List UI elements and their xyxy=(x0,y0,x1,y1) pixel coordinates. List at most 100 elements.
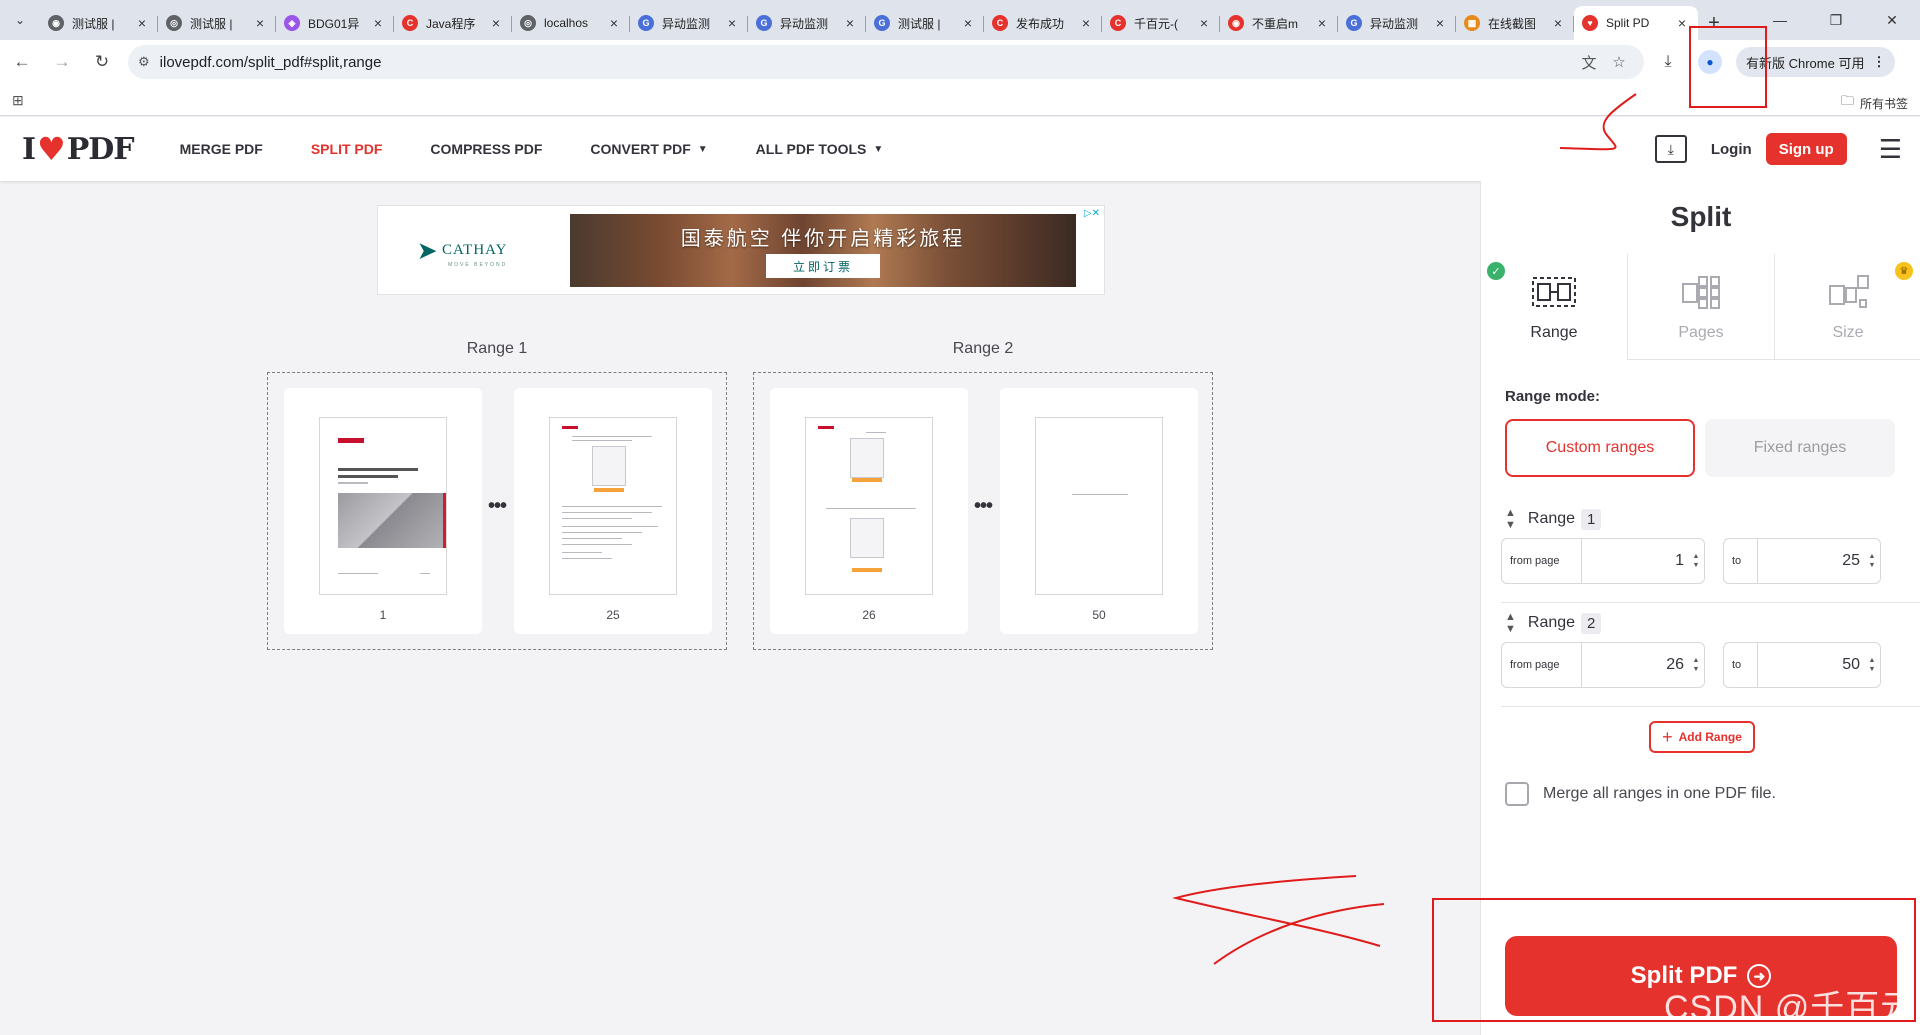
tab-title: BDG01异 xyxy=(308,16,360,31)
stepper-arrows-icon[interactable]: ▲ ▼ xyxy=(1688,643,1704,687)
to-page-stepper[interactable]: to 50 ▲ ▼ xyxy=(1723,642,1881,688)
mode-tab-pages[interactable]: Pages xyxy=(1627,254,1774,360)
translate-icon[interactable]: 文 xyxy=(1574,52,1604,73)
mode-tab-size[interactable]: ♛ Size xyxy=(1774,254,1920,360)
page-card: 25 xyxy=(514,388,712,634)
reorder-icon[interactable]: ▲ ▼ xyxy=(1505,507,1516,531)
from-page-stepper[interactable]: from page 1 ▲ ▼ xyxy=(1501,538,1705,584)
fixed-ranges-button[interactable]: Fixed ranges xyxy=(1705,419,1895,477)
reorder-icon[interactable]: ▲ ▼ xyxy=(1505,611,1516,635)
tab-close-icon[interactable]: × xyxy=(960,15,976,31)
forward-icon[interactable]: → xyxy=(44,44,80,80)
to-page-label: to xyxy=(1724,643,1758,687)
tab-close-icon[interactable]: × xyxy=(370,15,386,31)
browser-tab[interactable]: ◈ BDG01异 × xyxy=(276,6,394,40)
desktop-app-icon[interactable]: ⤓ xyxy=(1654,135,1687,163)
caret-down-icon: ▼ xyxy=(873,143,884,155)
merge-label: Merge all ranges in one PDF file. xyxy=(1543,785,1776,802)
custom-ranges-button[interactable]: Custom ranges xyxy=(1505,419,1695,477)
login-link[interactable]: Login xyxy=(1711,141,1752,158)
add-range-button[interactable]: + Add Range xyxy=(1649,721,1755,753)
tab-search-icon[interactable]: ⌄ xyxy=(0,0,40,40)
download-icon[interactable]: ⤓ xyxy=(1650,44,1686,80)
stepper-arrows-icon[interactable]: ▲ ▼ xyxy=(1688,539,1704,583)
mode-tab-range[interactable]: ✓ Range xyxy=(1481,254,1627,360)
apps-grid-icon[interactable]: ⊞ xyxy=(12,92,24,109)
ad-cta-button[interactable]: 立即订票 xyxy=(766,254,880,278)
all-bookmarks-button[interactable]: 🗀 所有书签 xyxy=(1841,92,1908,114)
tab-title: 异动监测 xyxy=(662,16,711,31)
tab-favicon-icon: ▦ xyxy=(1464,15,1480,31)
stepper-arrows-icon[interactable]: ▲ ▼ xyxy=(1864,539,1880,583)
close-window-icon[interactable]: ✕ xyxy=(1864,0,1920,40)
reload-icon[interactable]: ↻ xyxy=(84,44,120,80)
hamburger-menu-icon[interactable]: ☰ xyxy=(1879,136,1902,162)
browser-tab[interactable]: ♥ Split PD × xyxy=(1574,6,1698,40)
tab-close-icon[interactable]: × xyxy=(606,15,622,31)
ilovepdf-logo[interactable]: I ♥ PDF xyxy=(22,130,135,168)
address-bar[interactable]: ⚙ ilovepdf.com/split_pdf#split,range 文 ☆ xyxy=(128,45,1644,79)
browser-tab[interactable]: G 异动监测 × xyxy=(748,6,866,40)
nav-link-compress-pdf[interactable]: COMPRESS PDF xyxy=(430,141,542,157)
tab-close-icon[interactable]: × xyxy=(1314,15,1330,31)
tab-close-icon[interactable]: × xyxy=(1432,15,1448,31)
url-text[interactable]: ilovepdf.com/split_pdf#split,range xyxy=(160,54,1574,71)
browser-tab[interactable]: ◉ 测试服 | × xyxy=(40,6,158,40)
tab-favicon-icon: C xyxy=(1110,15,1126,31)
page-thumbnail xyxy=(549,417,677,595)
logo-letter: I xyxy=(22,131,36,167)
tab-favicon-icon: G xyxy=(638,15,654,31)
browser-tab[interactable]: ◉ 不重启m × xyxy=(1220,6,1338,40)
range-1-label: Range 1 xyxy=(466,340,528,357)
ad-headline: 国泰航空 伴你开启精彩旅程 xyxy=(680,228,966,250)
tab-close-icon[interactable]: × xyxy=(1550,15,1566,31)
browser-tab[interactable]: G 测试服 | × xyxy=(866,6,984,40)
tab-favicon-icon: C xyxy=(992,15,1008,31)
page-number: 1 xyxy=(379,608,387,622)
from-page-value[interactable]: 1 xyxy=(1582,539,1688,583)
tab-close-icon[interactable]: × xyxy=(1078,15,1094,31)
tab-close-icon[interactable]: × xyxy=(1674,15,1690,31)
browser-tab[interactable]: G 异动监测 × xyxy=(630,6,748,40)
nav-link-merge-pdf[interactable]: MERGE PDF xyxy=(180,141,263,157)
to-page-stepper[interactable]: to 25 ▲ ▼ xyxy=(1723,538,1881,584)
more-menu-icon[interactable]: ⋮ xyxy=(1872,54,1885,70)
to-page-value[interactable]: 50 xyxy=(1758,643,1864,687)
browser-tab[interactable]: ◎ localhos × xyxy=(512,6,630,40)
merge-checkbox[interactable] xyxy=(1505,782,1529,806)
from-page-value[interactable]: 26 xyxy=(1582,643,1688,687)
back-icon[interactable]: ← xyxy=(4,44,40,80)
browser-tab[interactable]: C 千百元-(× xyxy=(1102,6,1220,40)
browser-tab[interactable]: ◎ 测试服 | × xyxy=(158,6,276,40)
ad-banner[interactable]: ➤ CATHAY MOVE BEYOND 国泰航空 伴你开启精彩旅程 立即订票 … xyxy=(377,205,1105,295)
tab-close-icon[interactable]: × xyxy=(488,15,504,31)
from-page-stepper[interactable]: from page 26 ▲ ▼ xyxy=(1501,642,1705,688)
to-page-value[interactable]: 25 xyxy=(1758,539,1864,583)
cathay-logo: ➤ CATHAY MOVE BEYOND xyxy=(418,234,558,274)
nav-link-all-pdf-tools[interactable]: ALL PDF TOOLS ▼ xyxy=(756,141,884,157)
stepper-arrows-icon[interactable]: ▲ ▼ xyxy=(1864,643,1880,687)
site-info-icon[interactable]: ⚙ xyxy=(138,54,150,70)
tab-close-icon[interactable]: × xyxy=(842,15,858,31)
bookmarks-bar: ⊞ 🗀 所有书签 xyxy=(0,84,1920,116)
nav-link-split-pdf[interactable]: SPLIT PDF xyxy=(311,141,383,157)
tab-close-icon[interactable]: × xyxy=(1196,15,1212,31)
nav-link-convert-pdf[interactable]: CONVERT PDF ▼ xyxy=(590,141,707,157)
signup-button[interactable]: Sign up xyxy=(1765,133,1847,165)
window-controls: — ❐ ✕ xyxy=(1752,0,1920,40)
adchoices-icon[interactable]: ▷✕ xyxy=(1084,208,1100,219)
browser-tab[interactable]: ▦ 在线截图 × xyxy=(1456,6,1574,40)
restore-icon[interactable]: ❐ xyxy=(1808,0,1864,40)
browser-tab[interactable]: C Java程序 × xyxy=(394,6,512,40)
browser-tab[interactable]: G 异动监测 × xyxy=(1338,6,1456,40)
tab-close-icon[interactable]: × xyxy=(134,15,150,31)
tab-title: Split PD xyxy=(1606,16,1650,30)
tab-close-icon[interactable]: × xyxy=(724,15,740,31)
browser-tab[interactable]: C 发布成功 × xyxy=(984,6,1102,40)
header-actions: ⤓ Login Sign up ☰ xyxy=(1654,117,1902,181)
size-mode-icon xyxy=(1824,274,1872,310)
merge-ranges-option[interactable]: Merge all ranges in one PDF file. xyxy=(1505,782,1776,806)
tab-close-icon[interactable]: × xyxy=(252,15,268,31)
bookmark-star-icon[interactable]: ☆ xyxy=(1604,53,1634,71)
tab-title: 测试服 | xyxy=(72,16,115,31)
